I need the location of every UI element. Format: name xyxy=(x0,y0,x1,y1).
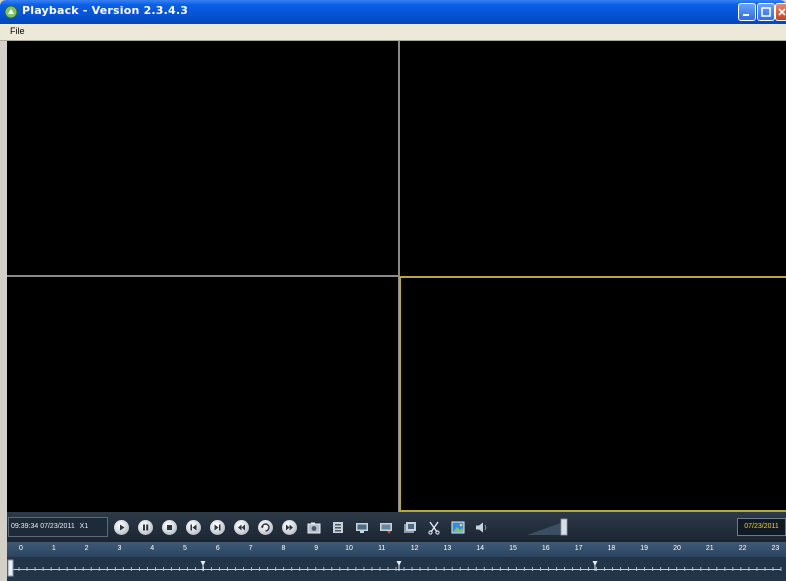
window-left-edge xyxy=(0,41,7,581)
hour-label: 17 xyxy=(574,545,583,552)
record-icon[interactable] xyxy=(354,520,370,535)
menu-bar: File xyxy=(0,24,786,41)
step-forward-icon xyxy=(214,524,221,531)
title-bar: Playback - Version 2.3.4.3 xyxy=(0,0,786,24)
slow-button[interactable] xyxy=(234,520,249,535)
timeline-ticks xyxy=(7,559,782,577)
volume-icon[interactable] xyxy=(474,520,490,535)
fast-icon xyxy=(261,523,270,532)
step-back-button[interactable] xyxy=(186,520,201,535)
fast-button[interactable] xyxy=(258,520,273,535)
play-icon xyxy=(120,524,125,531)
hour-label: 1 xyxy=(51,545,56,552)
snapshot-icon[interactable] xyxy=(306,520,322,535)
backup-icon[interactable] xyxy=(378,520,394,535)
channel-divider-vertical xyxy=(398,41,400,277)
date-selector[interactable]: 07/23/2011 xyxy=(737,518,786,536)
hour-label: 21 xyxy=(705,545,714,552)
hour-label: 16 xyxy=(541,545,550,552)
stop-button[interactable] xyxy=(162,520,177,535)
minimize-icon xyxy=(743,14,749,16)
pause-button[interactable] xyxy=(138,520,153,535)
stop-icon xyxy=(167,525,172,530)
hour-label: 20 xyxy=(673,545,681,552)
current-time-display: 09:39:34 07/23/2011 X1 xyxy=(8,517,108,537)
play-button[interactable] xyxy=(114,520,129,535)
hour-label: 7 xyxy=(248,545,253,552)
hour-label: 5 xyxy=(183,545,187,552)
hour-label: 0 xyxy=(19,545,23,552)
current-time: 09:39:34 07/23/2011 xyxy=(11,523,75,530)
hour-label: 12 xyxy=(410,545,419,552)
hour-label: 2 xyxy=(84,545,89,552)
app-icon xyxy=(4,5,18,19)
close-button[interactable] xyxy=(775,3,786,21)
maximize-icon xyxy=(761,7,771,17)
hour-label: 3 xyxy=(117,545,122,552)
maximize-button[interactable] xyxy=(757,3,775,21)
hour-label: 13 xyxy=(443,545,452,552)
pause-icon xyxy=(143,524,149,531)
playback-control-bar: 09:39:34 07/23/2011 X1 07/23/2011 xyxy=(7,512,786,542)
slow-icon xyxy=(238,524,245,531)
window-title: Playback - Version 2.3.4.3 xyxy=(22,4,189,17)
hour-ruler: 0 1 2 3 4 5 6 7 8 9 10 11 12 13 14 15 16 17 18 19 20 21 22 23 xyxy=(7,542,786,557)
export-icon[interactable] xyxy=(402,520,418,535)
minimize-button[interactable] xyxy=(738,3,756,21)
hour-label: 22 xyxy=(738,545,747,552)
close-icon xyxy=(778,8,786,16)
hour-label: 19 xyxy=(640,545,649,552)
hour-label: 10 xyxy=(345,545,353,552)
channel-4-selected[interactable] xyxy=(399,276,786,512)
hour-label: 4 xyxy=(150,545,155,552)
clip-icon[interactable] xyxy=(330,520,346,535)
timeline-track[interactable] xyxy=(7,557,786,581)
image-icon[interactable] xyxy=(450,520,466,535)
step-forward-button[interactable] xyxy=(210,520,225,535)
playback-speed: X1 xyxy=(79,523,89,530)
hour-label: 18 xyxy=(607,545,616,552)
channel-divider-horizontal xyxy=(7,275,399,277)
hour-label: 23 xyxy=(771,545,780,552)
skip-forward-button[interactable] xyxy=(282,520,297,535)
menu-item-file[interactable]: File xyxy=(10,26,25,36)
cut-icon[interactable] xyxy=(426,520,442,535)
volume-slider[interactable] xyxy=(527,518,573,536)
hour-label: 9 xyxy=(314,545,319,552)
hour-label: 15 xyxy=(509,545,517,552)
hour-label: 14 xyxy=(476,545,485,552)
hour-label: 6 xyxy=(215,545,220,552)
skip-forward-icon xyxy=(286,524,293,531)
timeline-cursor xyxy=(7,559,14,577)
step-back-icon xyxy=(190,524,197,531)
hour-label: 11 xyxy=(378,545,386,552)
hour-label: 8 xyxy=(281,545,286,552)
